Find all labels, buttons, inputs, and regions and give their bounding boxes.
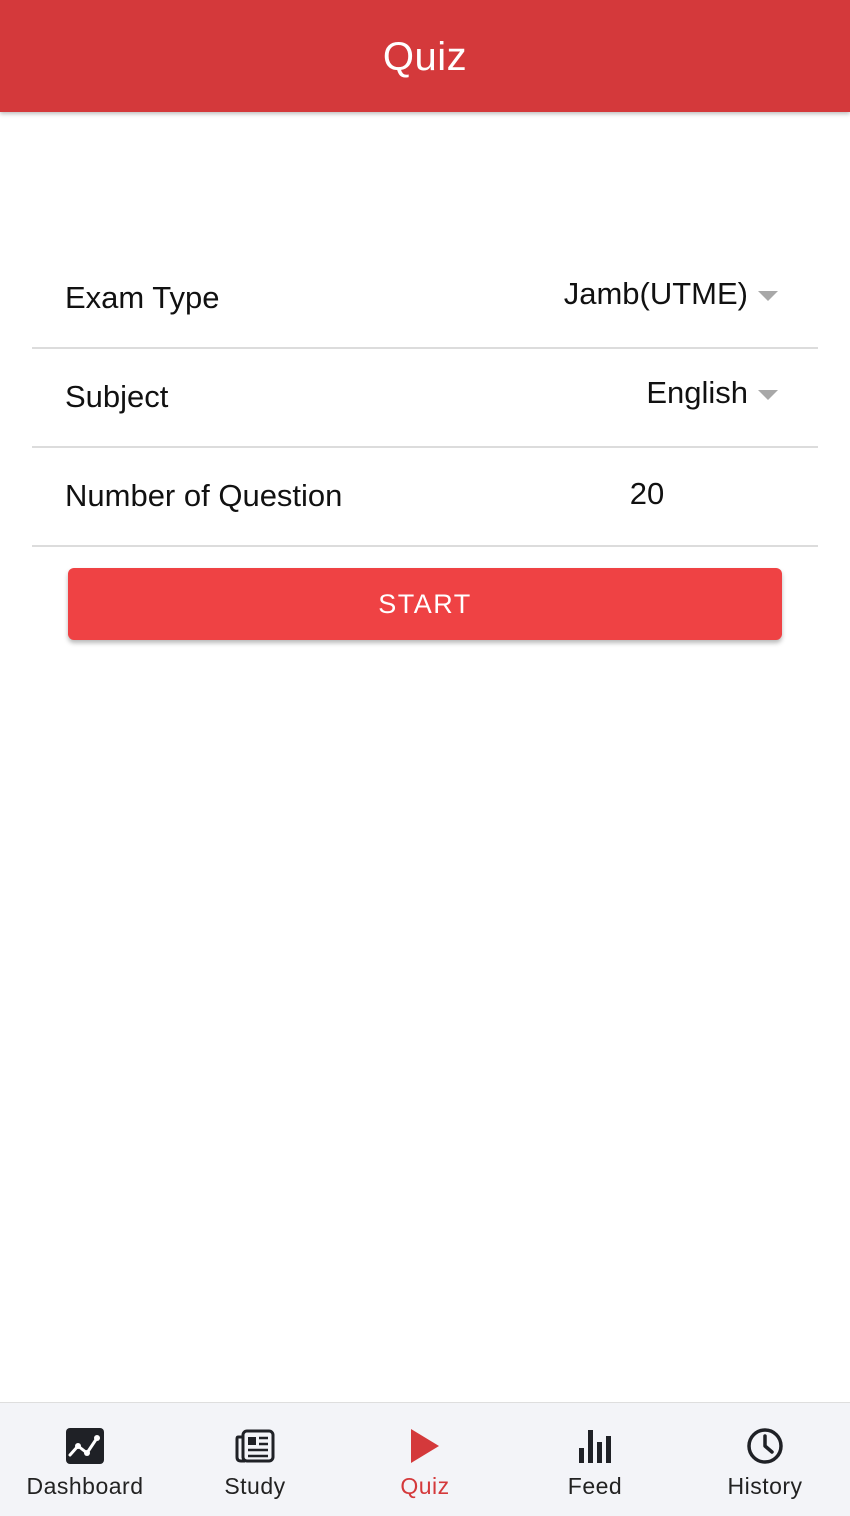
exam-type-label: Exam Type (65, 280, 220, 315)
quiz-settings-form: Exam Type Jamb(UTME) Subject English Num… (32, 250, 818, 547)
caret-down-icon (758, 389, 778, 400)
exam-type-select[interactable]: Jamb(UTME) (564, 276, 778, 312)
bottom-navigation: Dashboard Study Quiz Feed History (0, 1402, 850, 1516)
nav-label-study: Study (224, 1473, 286, 1499)
nav-label-history: History (727, 1473, 803, 1499)
newspaper-icon (234, 1425, 276, 1467)
subject-label: Subject (65, 379, 169, 414)
question-count-label: Number of Question (65, 478, 343, 513)
play-icon (404, 1425, 446, 1467)
subject-select[interactable]: English (646, 375, 778, 411)
bar-chart-icon (574, 1425, 616, 1467)
question-count-row: Number of Question (32, 448, 818, 547)
clock-icon (744, 1425, 786, 1467)
start-button[interactable]: START (68, 568, 782, 640)
chart-line-icon (64, 1425, 106, 1467)
question-count-input[interactable] (592, 476, 702, 512)
nav-item-feed[interactable]: Feed (510, 1403, 680, 1516)
nav-item-dashboard[interactable]: Dashboard (0, 1403, 170, 1516)
page-title: Quiz (382, 34, 468, 79)
nav-item-quiz[interactable]: Quiz (340, 1403, 510, 1516)
nav-item-history[interactable]: History (680, 1403, 850, 1516)
nav-label-feed: Feed (567, 1473, 623, 1499)
app-header: Quiz (0, 0, 850, 112)
exam-type-row: Exam Type Jamb(UTME) (32, 250, 818, 349)
nav-label-dashboard: Dashboard (26, 1473, 144, 1499)
subject-row: Subject English (32, 349, 818, 448)
caret-down-icon (758, 290, 778, 301)
subject-value: English (646, 375, 748, 410)
exam-type-value: Jamb(UTME) (563, 276, 748, 311)
nav-label-quiz: Quiz (400, 1473, 450, 1499)
nav-item-study[interactable]: Study (170, 1403, 340, 1516)
